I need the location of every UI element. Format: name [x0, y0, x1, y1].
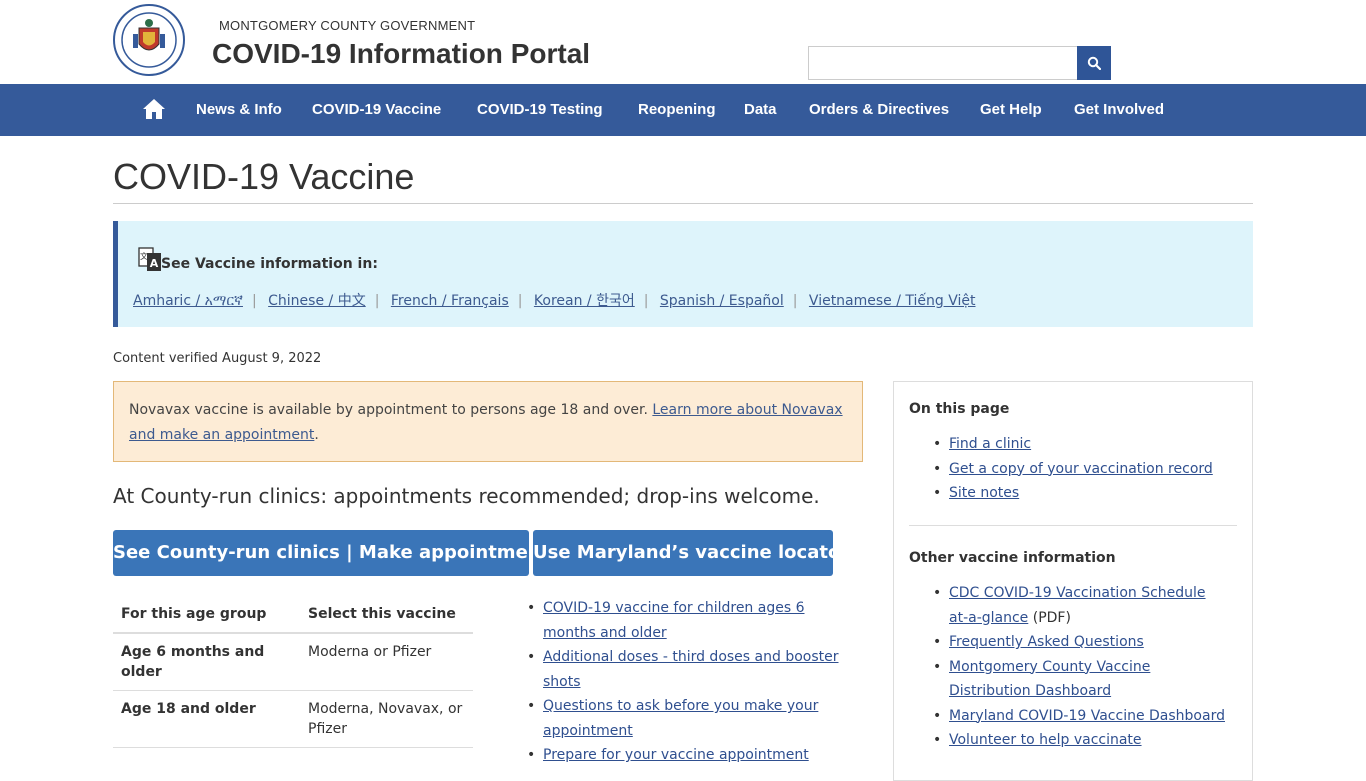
nav-item-reopening[interactable]: Reopening: [638, 84, 716, 136]
list-item: Get a copy of your vaccination record: [909, 457, 1229, 482]
title-divider: [113, 203, 1253, 204]
list-item: Frequently Asked Questions: [909, 630, 1229, 655]
lang-separator: |: [374, 293, 380, 309]
nav-item-get-help[interactable]: Get Help: [980, 84, 1042, 136]
nav-item-news-info[interactable]: News & Info: [196, 84, 282, 136]
list-item: Find a clinic: [909, 432, 1229, 457]
find-clinic-link[interactable]: Find a clinic: [949, 436, 1031, 452]
on-this-page-list: Find a clinic Get a copy of your vaccina…: [909, 432, 1229, 506]
svg-text:A: A: [150, 257, 159, 270]
nav-item-orders-directives[interactable]: Orders & Directives: [809, 84, 949, 136]
search-icon: [1087, 56, 1101, 70]
main-nav: News & Info COVID-19 Vaccine COVID-19 Te…: [0, 84, 1366, 136]
language-heading: See Vaccine information in:: [161, 256, 378, 272]
table-cell-age: Age 18 and older: [113, 690, 300, 748]
search-input[interactable]: [808, 46, 1078, 80]
nav-item-get-involved[interactable]: Get Involved: [1074, 84, 1164, 136]
search-button[interactable]: [1077, 46, 1111, 80]
nav-item-covid-testing[interactable]: COVID-19 Testing: [477, 84, 603, 136]
lang-separator: |: [517, 293, 523, 309]
cdc-schedule-link[interactable]: CDC COVID-19 Vaccination Schedule at-a-g…: [949, 585, 1206, 626]
home-icon: [143, 99, 165, 119]
prepare-appointment-link[interactable]: Prepare for your vaccine appointment: [543, 747, 809, 763]
vaccine-links-list: COVID-19 vaccine for children ages 6 mon…: [525, 596, 855, 768]
list-item: Volunteer to help vaccinate: [909, 728, 1229, 753]
translate-icon: A 文: [138, 247, 162, 273]
list-item: COVID-19 vaccine for children ages 6 mon…: [525, 596, 855, 645]
lang-separator: |: [643, 293, 649, 309]
nav-item-data[interactable]: Data: [744, 84, 777, 136]
vaccination-record-link[interactable]: Get a copy of your vaccination record: [949, 461, 1213, 477]
appointments-note: At County-run clinics: appointments reco…: [113, 484, 820, 508]
children-vaccine-link[interactable]: COVID-19 vaccine for children ages 6 mon…: [543, 600, 805, 641]
list-item: Maryland COVID-19 Vaccine Dashboard: [909, 704, 1229, 729]
alert-text: Novavax vaccine is available by appointm…: [129, 402, 653, 418]
novavax-alert: Novavax vaccine is available by appointm…: [113, 381, 863, 462]
county-clinics-button[interactable]: See County-run clinics | Make appointmen…: [113, 530, 560, 576]
content-verified-date: Content verified August 9, 2022: [113, 351, 322, 366]
on-this-page-heading: On this page: [909, 401, 1010, 417]
list-item: Additional doses - third doses and boost…: [525, 645, 855, 694]
table-cell-vaccine: Moderna or Pfizer: [300, 633, 473, 691]
table-header-age: For this age group: [113, 596, 300, 634]
svg-text:文: 文: [140, 251, 148, 261]
list-item: Questions to ask before you make your ap…: [525, 694, 855, 743]
table-header-vaccine: Select this vaccine: [300, 596, 473, 634]
pdf-label: (PDF): [1028, 609, 1071, 626]
list-item: Montgomery County Vaccine Distribution D…: [909, 655, 1229, 704]
additional-doses-link[interactable]: Additional doses - third doses and boost…: [543, 649, 839, 690]
lang-link-amharic[interactable]: Amharic / አማርኛ: [133, 293, 243, 309]
site-notes-link[interactable]: Site notes: [949, 485, 1019, 501]
table-row: Age 18 and older Moderna, Novavax, or Pf…: [113, 690, 473, 748]
table-row: Age 6 months and older Moderna or Pfizer: [113, 633, 473, 691]
list-item: CDC COVID-19 Vaccination Schedule at-a-g…: [909, 581, 1229, 630]
vaccine-age-table: For this age group Select this vaccine A…: [113, 596, 473, 748]
volunteer-link[interactable]: Volunteer to help vaccinate: [949, 732, 1142, 748]
list-item: Site notes: [909, 481, 1229, 506]
sidebar-divider: [909, 525, 1237, 526]
faq-link[interactable]: Frequently Asked Questions: [949, 634, 1144, 650]
table-header-row: For this age group Select this vaccine: [113, 596, 473, 634]
portal-title[interactable]: COVID-19 Information Portal: [212, 38, 590, 70]
language-box: A 文 See Vaccine information in: Amharic …: [113, 221, 1253, 327]
language-links: Amharic / አማርኛ | Chinese / 中文 | French / F…: [133, 290, 976, 310]
other-info-list: CDC COVID-19 Vaccination Schedule at-a-g…: [909, 581, 1229, 753]
seal-icon[interactable]: [113, 4, 185, 76]
nav-item-covid-vaccine[interactable]: COVID-19 Vaccine: [312, 84, 441, 136]
page-title: COVID-19 Vaccine: [113, 156, 415, 197]
other-info-heading: Other vaccine information: [909, 550, 1116, 566]
table-cell-vaccine: Moderna, Novavax, or Pfizer: [300, 690, 473, 748]
table-cell-age: Age 6 months and older: [113, 633, 300, 691]
maryland-dashboard-link[interactable]: Maryland COVID-19 Vaccine Dashboard: [949, 708, 1225, 724]
lang-link-spanish[interactable]: Spanish / Español: [660, 293, 784, 309]
questions-link[interactable]: Questions to ask before you make your ap…: [543, 698, 818, 739]
vaccine-locator-button[interactable]: Use Maryland’s vaccine locator: [533, 530, 849, 576]
lang-link-vietnamese[interactable]: Vietnamese / Tiếng Việt: [809, 293, 976, 309]
lang-link-chinese[interactable]: Chinese / 中文: [268, 293, 366, 309]
org-name: MONTGOMERY COUNTY GOVERNMENT: [219, 18, 476, 33]
list-item: Prepare for your vaccine appointment: [525, 743, 855, 768]
lang-separator: |: [792, 293, 798, 309]
sidebar: On this page Find a clinic Get a copy of…: [893, 381, 1253, 781]
county-dashboard-link[interactable]: Montgomery County Vaccine Distribution D…: [949, 659, 1150, 700]
lang-link-korean[interactable]: Korean / 한국어: [534, 293, 635, 309]
home-link[interactable]: [142, 98, 166, 120]
lang-separator: |: [251, 293, 257, 309]
site-header: MONTGOMERY COUNTY GOVERNMENT COVID-19 In…: [0, 0, 1366, 84]
lang-link-french[interactable]: French / Français: [391, 293, 509, 309]
alert-suffix: .: [314, 427, 319, 443]
